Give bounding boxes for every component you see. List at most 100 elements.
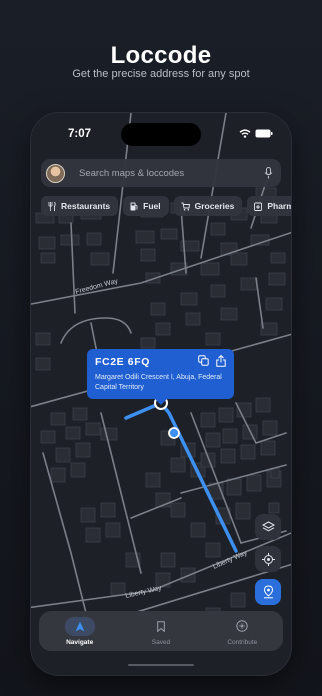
avatar[interactable]: [46, 163, 65, 183]
status-time: 7:07: [68, 128, 92, 140]
cart-icon: [181, 202, 190, 211]
building-footprint: [270, 252, 286, 264]
building-footprint: [72, 407, 88, 421]
building-footprint: [268, 272, 286, 286]
building-footprint: [90, 252, 110, 266]
layers-icon: [261, 520, 275, 531]
building-footprint: [246, 474, 262, 492]
search-input[interactable]: [79, 167, 264, 179]
tab-saved[interactable]: Saved: [126, 617, 196, 646]
search-bar[interactable]: [41, 159, 281, 187]
locate-me-button[interactable]: [255, 546, 281, 572]
building-footprint: [50, 467, 66, 483]
building-footprint: [38, 236, 56, 250]
hero-title: Loccode: [110, 42, 212, 69]
building-footprint: [226, 478, 242, 496]
building-footprint: [170, 502, 186, 518]
building-footprint: [35, 332, 51, 346]
building-footprint: [205, 432, 221, 448]
building-footprint: [255, 397, 271, 413]
building-footprint: [70, 462, 86, 478]
chip-pharmacy[interactable]: Pharm: [247, 196, 291, 216]
building-footprint: [85, 422, 101, 436]
tab-label: Navigate: [66, 638, 94, 646]
building-footprint: [240, 444, 256, 460]
crosshair-icon: [261, 552, 275, 566]
building-footprint: [240, 277, 258, 291]
chip-fuel[interactable]: Fuel: [123, 196, 169, 216]
hero-subtitle: Get the precise address for any spot: [72, 68, 250, 80]
tab-label: Contribute: [227, 638, 258, 646]
building-footprint: [140, 337, 156, 349]
category-chips: Restaurants Fuel Groceries Pharm: [41, 196, 291, 216]
building-footprint: [220, 307, 238, 321]
building-footprint: [205, 332, 221, 346]
chip-label: Pharm: [267, 201, 291, 211]
building-footprint: [180, 292, 198, 306]
building-footprint: [150, 302, 166, 316]
microphone-icon[interactable]: [264, 167, 273, 179]
building-footprint: [40, 430, 56, 444]
loccode-address: Margaret Odili Crescent I, Abuja, Federa…: [95, 374, 222, 391]
building-footprint: [200, 262, 220, 276]
chip-restaurants[interactable]: Restaurants: [41, 196, 119, 216]
building-footprint: [260, 440, 276, 456]
building-footprint: [220, 448, 236, 464]
building-footprint: [268, 502, 280, 514]
building-footprint: [140, 248, 156, 262]
building-footprint: [50, 412, 66, 426]
building-footprint: [145, 472, 161, 488]
building-footprint: [86, 232, 102, 246]
building-footprint: [105, 522, 121, 538]
share-icon[interactable]: [216, 355, 226, 367]
building-footprint: [160, 228, 178, 240]
building-footprint: [230, 592, 246, 608]
building-footprint: [210, 222, 226, 236]
building-footprint: [200, 412, 216, 428]
building-footprint: [218, 407, 234, 423]
battery-icon: [255, 129, 273, 138]
building-footprint: [135, 230, 155, 244]
tab-label: Saved: [151, 638, 171, 646]
building-footprint: [60, 234, 80, 246]
building-footprint: [222, 428, 238, 444]
bookmark-icon: [157, 620, 165, 632]
building-footprint: [55, 447, 71, 463]
callout-pointer: [155, 399, 167, 405]
building-footprint: [40, 252, 56, 264]
drop-pin-button[interactable]: [255, 579, 281, 605]
building-footprint: [160, 552, 176, 568]
building-footprint: [110, 582, 126, 596]
bottom-tab-bar: Navigate Saved Contribute: [39, 611, 283, 651]
tab-navigate[interactable]: Navigate: [45, 616, 115, 646]
building-footprint: [35, 357, 51, 371]
building-footprint: [155, 322, 171, 336]
building-footprint: [75, 442, 91, 458]
loccode-callout[interactable]: FC2E 6FQ Margaret Odili Crescent I, Abuj…: [87, 349, 234, 405]
plus-circle-icon: [236, 620, 249, 632]
building-footprint: [100, 502, 116, 518]
building-footprint: [100, 427, 118, 441]
chip-groceries[interactable]: Groceries: [173, 196, 243, 216]
building-footprint: [265, 297, 283, 311]
home-indicator: [128, 664, 194, 666]
building-footprint: [85, 527, 101, 543]
tab-contribute[interactable]: Contribute: [207, 617, 277, 646]
pharmacy-icon: [254, 202, 263, 211]
building-footprint: [190, 522, 206, 538]
building-footprint: [170, 457, 186, 473]
chip-label: Restaurants: [61, 201, 111, 211]
navigate-arrow-icon: [75, 621, 85, 631]
building-footprint: [235, 502, 251, 520]
building-footprint: [210, 284, 226, 298]
building-footprint: [230, 252, 248, 266]
current-location-dot: [168, 427, 180, 439]
map-layers-button[interactable]: [255, 514, 281, 540]
map-pin-icon: [263, 585, 273, 599]
building-footprint: [80, 507, 96, 523]
dynamic-island: [121, 123, 201, 146]
building-footprint: [260, 322, 278, 336]
copy-icon[interactable]: [198, 355, 209, 366]
building-footprint: [65, 426, 81, 440]
building-footprint: [262, 420, 278, 436]
